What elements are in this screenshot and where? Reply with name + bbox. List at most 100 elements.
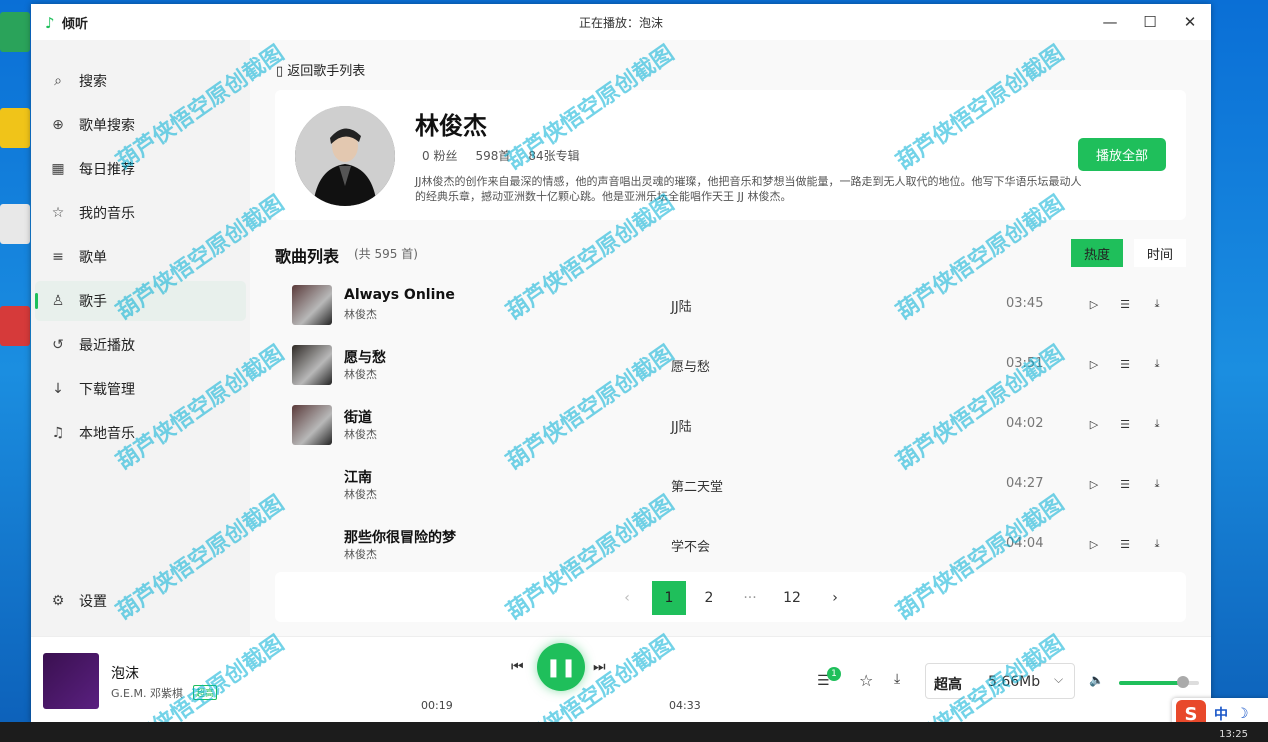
song-artist[interactable]: 林俊杰 xyxy=(344,546,377,562)
play-icon[interactable]: ▷ xyxy=(1086,536,1102,552)
desktop-icon[interactable] xyxy=(0,306,30,346)
quality-label: 超高 xyxy=(934,677,962,693)
desktop-icon[interactable] xyxy=(0,108,30,148)
sidebar-item-playlist-search[interactable]: ⊕ 歌单搜索 xyxy=(35,105,246,145)
play-icon[interactable]: ▷ xyxy=(1086,356,1102,372)
play-all-button[interactable]: 播放全部 xyxy=(1078,138,1166,171)
sidebar-item-daily-recommend[interactable]: ▦ 每日推荐 xyxy=(35,149,246,189)
page-2-button[interactable]: 2 xyxy=(692,581,726,615)
star-icon: ☆ xyxy=(51,205,65,221)
song-album[interactable]: JJ陆 xyxy=(671,416,692,435)
song-duration: 03:51 xyxy=(1006,356,1044,371)
sidebar-item-search[interactable]: ⌕ 搜索 xyxy=(35,61,246,101)
fans-count: 0 粉丝 xyxy=(422,149,458,163)
song-name: 街道 xyxy=(344,410,372,426)
previous-track-icon[interactable]: ⏮ xyxy=(511,659,524,675)
now-playing-title: 正在播放：泡沫 xyxy=(578,16,663,30)
now-playing-cover[interactable] xyxy=(43,653,99,709)
chevron-down-icon: ⌵ xyxy=(1054,672,1064,686)
music-app-window: ♪ 倾听 正在播放：泡沫 — ☐ ✕ ⌕ 搜索 ⊕ 歌单搜索 ▦ 每日推荐 ☆ 我的音乐 ≡ 歌单… xyxy=(31,4,1211,723)
next-track-icon[interactable]: ⏭ xyxy=(593,659,606,675)
pause-button[interactable]: ❚❚ xyxy=(537,643,585,691)
download-icon[interactable]: ⤓ xyxy=(1149,296,1165,312)
search-icon: ⌕ xyxy=(54,73,62,89)
play-icon[interactable]: ▷ xyxy=(1086,416,1102,432)
quality-select[interactable]: 超高 5.66Mb ⌵ xyxy=(925,663,1075,699)
add-to-queue-icon[interactable]: ☰ xyxy=(1117,416,1133,432)
pagination: ‹ 1 2 ··· 12 › xyxy=(275,572,1186,622)
play-icon[interactable]: ▷ xyxy=(1086,476,1102,492)
sidebar-item-label: 歌单搜索 xyxy=(79,118,135,134)
total-time: 04:33 xyxy=(669,699,701,712)
gear-icon: ⚙ xyxy=(51,593,65,609)
volume-icon[interactable]: 🔈 xyxy=(1089,673,1104,687)
song-row[interactable]: Always Online 林俊杰 JJ陆 03:45 ▷ ☰ ⤓ xyxy=(275,276,1186,336)
sidebar-item-artists[interactable]: ♙ 歌手 xyxy=(35,281,246,321)
add-to-queue-icon[interactable]: ☰ xyxy=(1117,476,1133,492)
volume-knob[interactable] xyxy=(1177,676,1189,688)
download-icon: ↓ xyxy=(52,381,64,397)
download-icon[interactable]: ⤓ xyxy=(1149,476,1165,492)
song-album[interactable]: 学不会 xyxy=(671,536,710,555)
sidebar-item-playlists[interactable]: ≡ 歌单 xyxy=(35,237,246,277)
desktop-icon[interactable] xyxy=(0,12,30,52)
add-to-queue-icon[interactable]: ☰ xyxy=(1117,536,1133,552)
close-icon[interactable]: ✕ xyxy=(1175,10,1205,34)
playlist-count-badge: 1 xyxy=(827,667,841,681)
add-to-queue-icon[interactable]: ☰ xyxy=(1117,356,1133,372)
sidebar-item-recent[interactable]: ↺ 最近播放 xyxy=(35,325,246,365)
song-artist[interactable]: 林俊杰 xyxy=(344,486,377,502)
prev-page-button[interactable]: ‹ xyxy=(610,581,644,615)
add-to-queue-icon[interactable]: ☰ xyxy=(1117,296,1133,312)
user-icon: ♙ xyxy=(51,293,65,309)
sidebar: ⌕ 搜索 ⊕ 歌单搜索 ▦ 每日推荐 ☆ 我的音乐 ≡ 歌单 ♙ 歌手 ↺ 最近播放 ↓ 下载管理 ♫ 本地音乐 … xyxy=(31,40,250,636)
page-ellipsis[interactable]: ··· xyxy=(733,581,767,615)
song-artist[interactable]: 林俊杰 xyxy=(344,366,377,382)
download-icon[interactable]: ⤓ xyxy=(1149,416,1165,432)
play-icon[interactable]: ▷ xyxy=(1086,296,1102,312)
artist-bio: JJ林俊杰的创作来自最深的情感，他的声音唱出灵魂的璀璨，他把音乐和梦想当做能量，… xyxy=(415,175,1082,203)
page-1-button[interactable]: 1 xyxy=(652,581,686,615)
now-playing-artist: G.E.M. 邓紫棋 xyxy=(111,687,183,700)
back-to-artists-link[interactable]: ▯ 返回歌手列表 xyxy=(276,60,365,79)
minimize-icon[interactable]: — xyxy=(1095,10,1125,34)
history-icon: ↺ xyxy=(52,337,64,353)
desktop-icon[interactable] xyxy=(0,204,30,244)
sidebar-item-settings[interactable]: ⚙ 设置 xyxy=(35,581,246,621)
back-label: 返回歌手列表 xyxy=(287,64,366,79)
favorite-star-icon[interactable]: ☆ xyxy=(859,671,873,690)
sort-by-time-button[interactable]: 时间 xyxy=(1134,239,1186,267)
song-name: 愿与愁 xyxy=(344,350,386,366)
song-name: 江南 xyxy=(344,470,372,486)
next-page-button[interactable]: › xyxy=(818,581,852,615)
back-icon: ▯ xyxy=(276,64,288,79)
sidebar-item-label: 搜索 xyxy=(79,74,107,90)
ime-chinese-mode-icon[interactable]: 中 xyxy=(1214,704,1228,724)
song-album[interactable]: 愿与愁 xyxy=(671,356,710,375)
song-album[interactable]: JJ陆 xyxy=(671,296,692,315)
song-row[interactable]: 那些你很冒险的梦 林俊杰 学不会 04:04 ▷ ☰ ⤓ xyxy=(275,516,1186,576)
song-cover xyxy=(292,345,332,385)
song-row[interactable]: 江南 林俊杰 第二天堂 04:27 ▷ ☰ ⤓ xyxy=(275,456,1186,516)
song-artist[interactable]: 林俊杰 xyxy=(344,306,377,322)
song-duration: 03:45 xyxy=(1006,296,1044,311)
sidebar-item-my-music[interactable]: ☆ 我的音乐 xyxy=(35,193,246,233)
download-icon[interactable]: ⤓ xyxy=(1149,536,1165,552)
page-12-button[interactable]: 12 xyxy=(775,581,809,615)
title-bar: ♪ 倾听 正在播放：泡沫 — ☐ ✕ xyxy=(31,4,1211,40)
artist-name: 林俊杰 xyxy=(415,112,487,140)
sidebar-item-downloads[interactable]: ↓ 下载管理 xyxy=(35,369,246,409)
song-artist[interactable]: 林俊杰 xyxy=(344,426,377,442)
song-row[interactable]: 街道 林俊杰 JJ陆 04:02 ▷ ☰ ⤓ xyxy=(275,396,1186,456)
download-icon[interactable]: ⤓ xyxy=(894,671,900,687)
volume-slider[interactable] xyxy=(1119,676,1199,688)
artist-photo xyxy=(295,106,395,206)
taskbar: 13:25 xyxy=(0,722,1268,742)
download-icon[interactable]: ⤓ xyxy=(1149,356,1165,372)
maximize-icon[interactable]: ☐ xyxy=(1135,10,1165,34)
song-row[interactable]: 愿与愁 林俊杰 愿与愁 03:51 ▷ ☰ ⤓ xyxy=(275,336,1186,396)
sort-by-popularity-button[interactable]: 热度 xyxy=(1071,239,1123,267)
song-album[interactable]: 第二天堂 xyxy=(671,476,723,495)
moon-icon[interactable]: ☽ xyxy=(1236,706,1249,722)
sidebar-item-local-music[interactable]: ♫ 本地音乐 xyxy=(35,413,246,453)
